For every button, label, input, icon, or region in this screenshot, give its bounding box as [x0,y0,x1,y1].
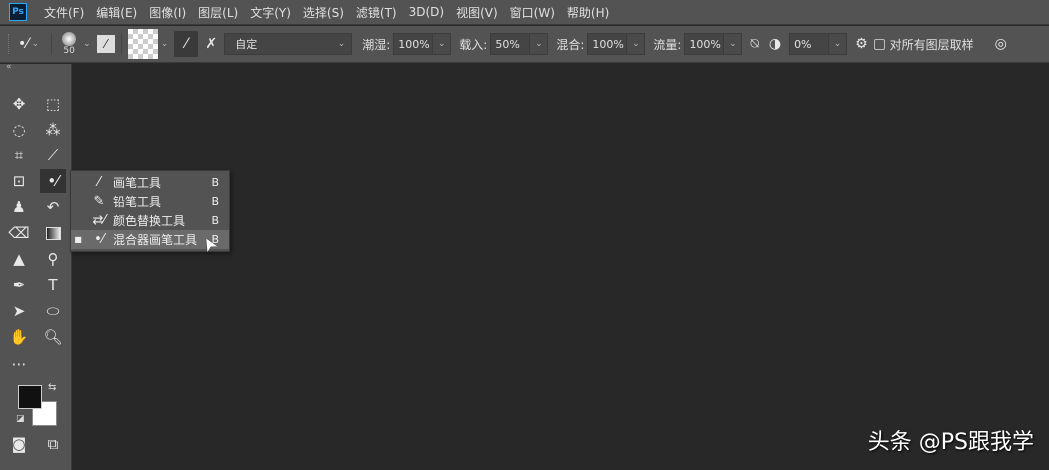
selected-dot: ■ [74,235,82,244]
smoothing-dropdown[interactable]: ⌄ [829,33,848,55]
eyedropper-tool-icon[interactable]: ⟋ [40,143,66,167]
load-dropdown[interactable]: ⌄ [530,33,549,55]
tool-preset-mixer-brush-icon[interactable]: •⁄ [18,36,29,52]
foreground-color-swatch[interactable] [18,385,42,409]
flyout-item-color-replacement[interactable]: ⇄⁄ 颜色替换工具 B [71,211,229,230]
dodge-tool-icon[interactable]: ⚲ [40,247,66,271]
wet-input[interactable]: 100% [393,33,434,55]
brush-panel-toggle-icon[interactable]: ⁄ [96,35,115,53]
menu-select[interactable]: 选择(S) [303,4,344,21]
quick-mask-icon[interactable]: ◙ [6,432,32,456]
menu-help[interactable]: 帮助(H) [567,4,609,21]
tools-panel: « ✥ ⬚ ◌ ⁂ ⌗ ⟋ ⊡ •⁄ ♟ ↶ ⌫ ▲ ⚲ ✒ T ➤ ⬭ ✋ 🔍… [0,62,72,470]
chevron-down-icon[interactable]: ⌄ [83,39,91,49]
mix-dropdown[interactable]: ⌄ [627,33,646,55]
menu-bar: Ps 文件(F) 编辑(E) 图像(I) 图层(L) 文字(Y) 选择(S) 滤… [0,0,1049,25]
mixer-brush-tool-icon[interactable]: •⁄ [40,169,66,193]
swap-colors-icon[interactable]: ⇆ [48,382,56,393]
gradient-tool-icon[interactable] [40,221,66,245]
chevron-down-icon: ⌄ [337,39,346,49]
flow-dropdown[interactable]: ⌄ [724,33,743,55]
menu-file[interactable]: 文件(F) [44,4,84,21]
wet-label: 潮湿: [362,37,391,52]
default-colors-icon[interactable]: ◪ [16,414,25,424]
brush-icon: ⁄ [97,175,101,190]
flyout-item-brush[interactable]: ⁄ 画笔工具 B [71,173,229,192]
current-brush-load-swatch[interactable] [127,29,158,59]
marquee-tool-icon[interactable]: ⬚ [40,92,66,116]
options-bar: •⁄ ⌄ 50 ⌄ ⁄ ⌄ ⁄ ✗ 自定 ⌄ 潮湿: 100% ⌄ 载入: 50% ⌄ … [0,26,1049,63]
menu-type[interactable]: 文字(Y) [250,4,291,21]
airbrush-icon[interactable]: ⍉ [750,36,758,52]
edit-toolbar-icon[interactable]: ⋯ [6,352,32,376]
chevron-down-icon[interactable]: ⌄ [32,39,40,49]
menu-image[interactable]: 图像(I) [149,4,186,21]
type-tool-icon[interactable]: T [40,273,66,297]
wet-dropdown[interactable]: ⌄ [433,33,452,55]
watermark: 头条 @PS跟我学 [867,430,1034,455]
history-brush-tool-icon[interactable]: ↶ [40,195,66,219]
pressure-size-icon[interactable]: ◎ [995,36,1007,52]
color-replace-icon: ⇄⁄ [92,213,106,228]
menu-view[interactable]: 视图(V) [456,4,498,21]
load-brush-after-stroke-icon[interactable]: ⁄ [174,31,199,57]
ellipse-tool-icon[interactable]: ⬭ [40,299,66,323]
menu-edit[interactable]: 编辑(E) [96,4,137,21]
path-selection-tool-icon[interactable]: ➤ [6,299,32,323]
eraser-tool-icon[interactable]: ⌫ [6,221,32,245]
pencil-icon: ✎ [93,194,105,209]
brush-size: 50 [63,46,75,56]
smoothing-input[interactable]: 0% [789,33,830,55]
load-input[interactable]: 50% [490,33,531,55]
sample-all-layers-checkbox[interactable] [873,38,885,50]
divider [120,33,122,55]
menu-filter[interactable]: 滤镜(T) [356,4,397,21]
menu-window[interactable]: 窗口(W) [510,4,555,21]
pen-tool-icon[interactable]: ✒ [6,273,32,297]
load-label: 载入: [459,37,488,52]
smoothing-icon[interactable]: ◑ [769,36,781,52]
divider [51,33,53,55]
menu-layer[interactable]: 图层(L) [198,4,238,21]
menu-3d[interactable]: 3D(D) [409,5,444,19]
mix-label: 混合: [556,37,585,52]
flow-label: 流量: [653,37,682,52]
blur-tool-icon[interactable]: ▲ [6,247,32,271]
zoom-tool-icon[interactable]: 🔍︎ [40,325,66,349]
collapse-panel-icon[interactable]: « [6,62,12,72]
blend-preset-select[interactable]: 自定 ⌄ [224,33,353,55]
flow-input[interactable]: 100% [684,33,725,55]
move-tool-icon[interactable]: ✥ [6,92,32,116]
brush-preset-picker[interactable]: 50 [58,32,80,56]
options-grip[interactable] [8,34,12,54]
photoshop-logo: Ps [9,3,27,21]
gear-icon[interactable]: ⚙ [855,36,868,52]
mix-input[interactable]: 100% [587,33,628,55]
soft-brush-icon [62,32,77,46]
healing-brush-tool-icon[interactable]: ⊡ [6,169,32,193]
crop-tool-icon[interactable]: ⌗ [6,143,32,167]
chevron-down-icon[interactable]: ⌄ [161,39,169,49]
clean-brush-after-stroke-icon[interactable]: ✗ [198,36,224,52]
flyout-item-pencil[interactable]: ✎ 铅笔工具 B [71,192,229,211]
lasso-tool-icon[interactable]: ◌ [6,118,32,142]
hand-tool-icon[interactable]: ✋ [6,325,32,349]
quick-selection-tool-icon[interactable]: ⁂ [40,118,66,142]
clone-stamp-tool-icon[interactable]: ♟ [6,195,32,219]
sample-all-layers-label: 对所有图层取样 [889,37,974,52]
screen-mode-icon[interactable]: ⧉ [40,432,66,456]
mixer-brush-icon: •⁄ [94,232,104,247]
